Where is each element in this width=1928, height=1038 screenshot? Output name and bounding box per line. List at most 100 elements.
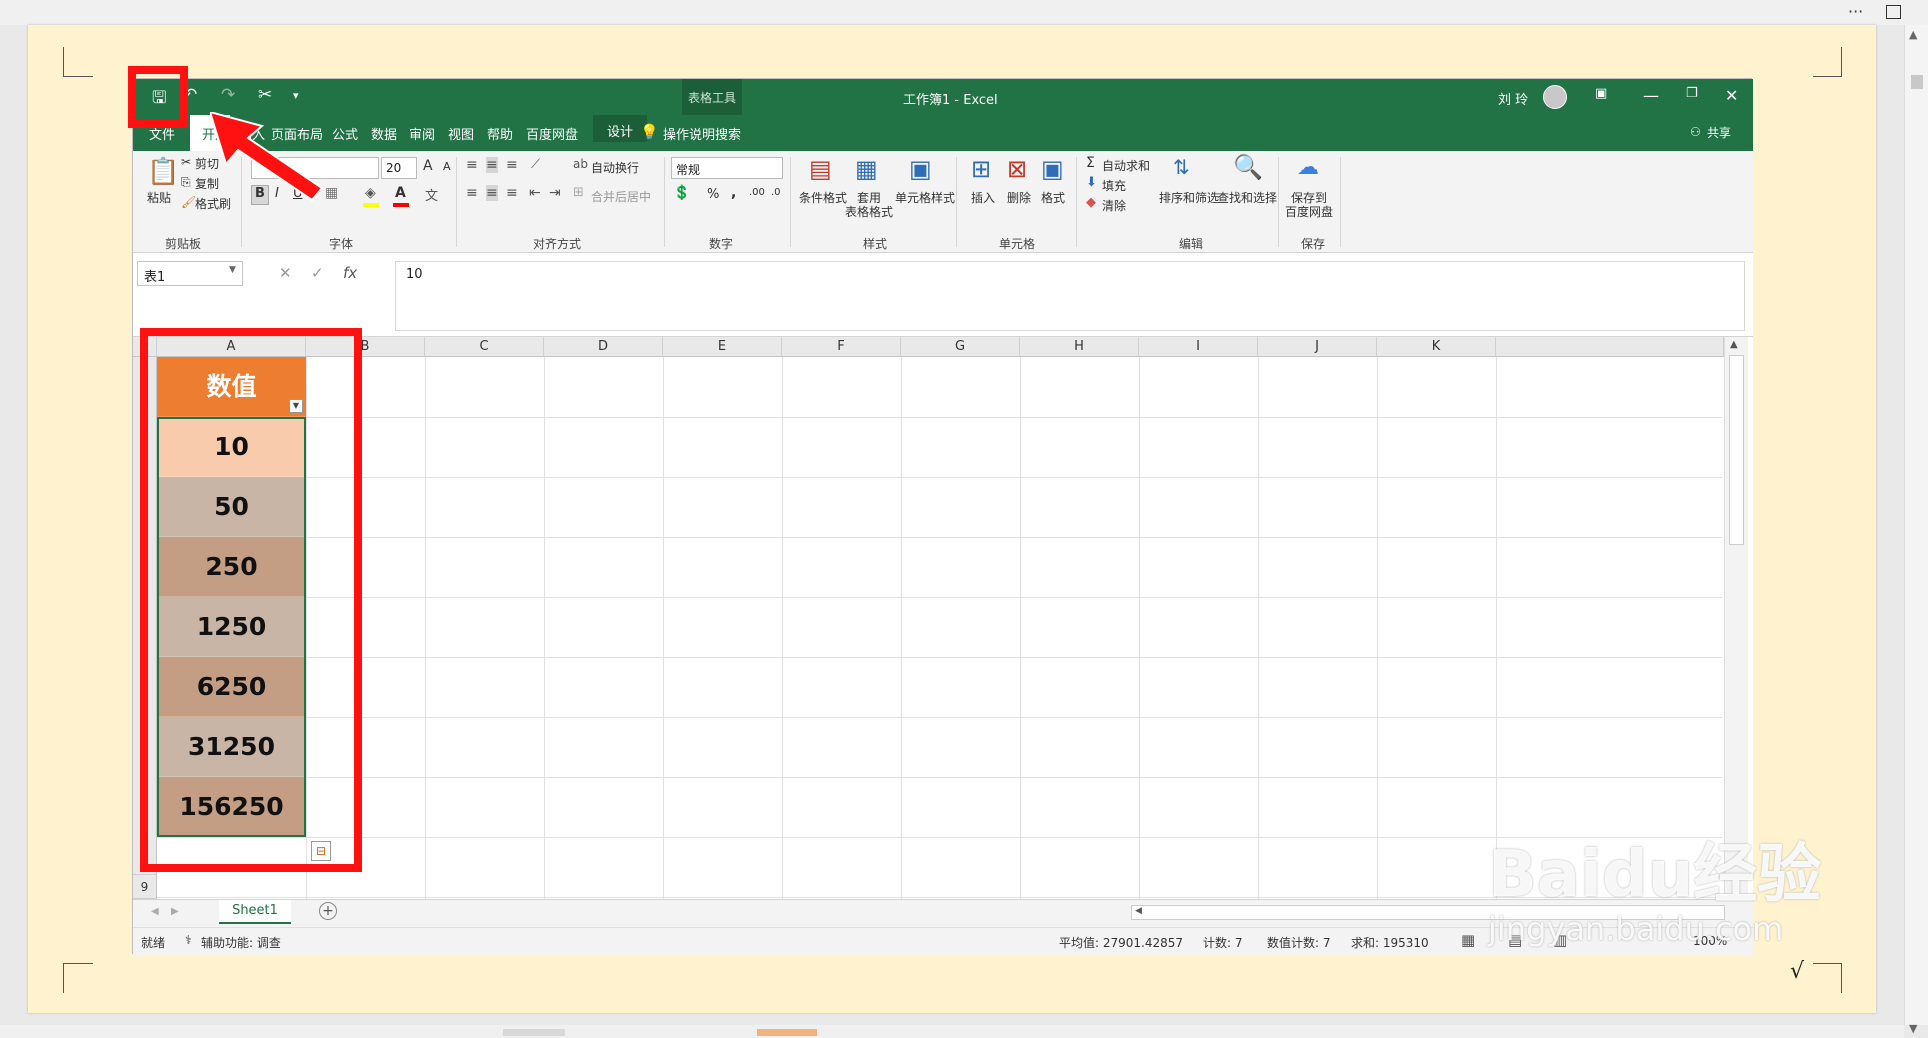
scroll-thumb[interactable] — [1911, 75, 1923, 89]
paste-icon[interactable]: 📋 — [147, 157, 179, 187]
align-top-icon[interactable]: ≡ — [466, 157, 478, 173]
grid-vertical-scrollbar[interactable]: ▲ — [1724, 337, 1748, 899]
sheet-tab-sheet1[interactable]: Sheet1 — [219, 900, 291, 924]
scroll-down-icon[interactable]: ▼ — [1909, 1022, 1917, 1035]
column-header-i[interactable]: I — [1139, 337, 1258, 357]
column-header-j[interactable]: J — [1258, 337, 1377, 357]
sort-filter-button[interactable]: 排序和筛选 — [1159, 189, 1219, 206]
tab-data[interactable]: 数据 — [371, 124, 397, 143]
sheet-scroll-left-icon[interactable]: ◀ — [151, 906, 159, 917]
more-icon[interactable]: ··· — [1848, 2, 1863, 21]
scroll-up-icon[interactable]: ▲ — [1730, 339, 1738, 350]
viewer-toolbar: ··· — [0, 0, 1928, 25]
column-header-f[interactable]: F — [782, 337, 901, 357]
cut-icon[interactable]: ✂ — [258, 85, 272, 105]
scroll-left-icon[interactable]: ◀ — [1135, 906, 1142, 916]
grid-line — [901, 357, 902, 899]
column-header-c[interactable]: C — [425, 337, 544, 357]
format-cells-button[interactable]: 格式 — [1041, 189, 1065, 206]
crop-mark — [63, 963, 93, 964]
increase-decimal-button[interactable]: .00 — [749, 187, 765, 198]
comma-button[interactable]: , — [731, 185, 736, 201]
tab-help[interactable]: 帮助 — [487, 124, 513, 143]
ribbon-display-icon[interactable]: ▣ — [1595, 86, 1607, 101]
align-right-icon[interactable]: ≡ — [506, 185, 518, 201]
grow-font-button[interactable]: A — [423, 158, 433, 174]
redo-icon[interactable]: ↷ — [221, 85, 235, 105]
align-middle-icon[interactable]: ≡ — [486, 157, 498, 173]
add-sheet-icon[interactable]: + — [319, 902, 337, 920]
align-center-icon[interactable]: ≡ — [486, 185, 498, 201]
number-format-combo[interactable]: 常规 — [671, 157, 783, 179]
align-bottom-icon[interactable]: ≡ — [506, 157, 518, 173]
increase-indent-icon[interactable]: ⇥ — [549, 185, 561, 201]
watermark-brand: Baidu经验 — [1488, 838, 1822, 912]
row-header-9[interactable]: 9 — [133, 875, 157, 899]
column-header-h[interactable]: H — [1020, 337, 1139, 357]
column-header-g[interactable]: G — [901, 337, 1020, 357]
scroll-thumb[interactable] — [1729, 355, 1744, 545]
cell-styles-button[interactable]: 单元格样式 — [895, 189, 955, 206]
currency-icon[interactable]: 💲 — [673, 185, 690, 201]
tab-formulas[interactable]: 公式 — [332, 124, 358, 143]
formula-input[interactable]: 10 — [395, 261, 1745, 331]
phonetic-icon[interactable]: 文 — [425, 185, 438, 204]
insert-function-icon[interactable]: fx — [343, 264, 357, 282]
name-box-dropdown-icon[interactable]: ▼ — [229, 265, 236, 275]
align-left-icon[interactable]: ≡ — [466, 185, 478, 201]
enter-icon[interactable]: ✓ — [311, 264, 324, 282]
avatar[interactable] — [1543, 85, 1567, 109]
scroll-up-icon[interactable]: ▲ — [1909, 28, 1917, 41]
delete-cells-button[interactable]: 删除 — [1007, 189, 1031, 206]
cancel-icon[interactable]: ✕ — [279, 264, 292, 282]
user-name: 刘 玲 — [1498, 93, 1529, 108]
crop-mark — [63, 47, 64, 77]
sheet-scroll-right-icon[interactable]: ▶ — [171, 906, 179, 917]
separator — [1278, 157, 1279, 247]
find-select-button[interactable]: 查找和选择 — [1217, 189, 1277, 206]
tab-review[interactable]: 审阅 — [409, 124, 435, 143]
tell-me-search[interactable]: 操作说明搜索 — [663, 124, 741, 143]
viewer-horizontal-scrollbar[interactable] — [0, 1025, 1904, 1038]
tab-design[interactable]: 设计 — [593, 115, 648, 142]
column-header-d[interactable]: D — [544, 337, 663, 357]
merge-center-icon: ⊞ — [573, 185, 584, 200]
tab-view[interactable]: 视图 — [448, 124, 474, 143]
decrease-indent-icon[interactable]: ⇤ — [529, 185, 541, 201]
shrink-font-button[interactable]: A — [443, 160, 451, 173]
customize-qat-icon[interactable]: ▾ — [293, 89, 299, 102]
conditional-format-button[interactable]: 条件格式 — [799, 189, 847, 206]
separator — [456, 157, 457, 247]
insert-cells-button[interactable]: 插入 — [971, 189, 995, 206]
tab-baidu-netdisk[interactable]: 百度网盘 — [526, 124, 578, 143]
fill-button[interactable]: 填充 — [1102, 177, 1126, 194]
normal-view-icon[interactable]: ▦ — [1461, 931, 1475, 949]
window-mode-icon[interactable] — [1886, 5, 1901, 19]
orientation-icon[interactable]: ⟋ — [531, 157, 540, 172]
minimize-icon[interactable]: — — [1643, 86, 1659, 105]
name-box[interactable]: 表1 — [137, 261, 243, 286]
merge-center-button[interactable]: 合并后居中 — [591, 188, 651, 205]
share-icon[interactable]: ⚇ — [1690, 125, 1701, 139]
font-size-combo[interactable]: 20 — [381, 157, 417, 179]
autosum-button[interactable]: 自动求和 — [1102, 157, 1150, 174]
find-select-icon: 🔍 — [1233, 153, 1263, 181]
format-as-table-icon: ▦ — [855, 155, 878, 183]
close-icon[interactable]: ✕ — [1725, 86, 1738, 105]
percent-button[interactable]: % — [707, 187, 719, 202]
paste-button[interactable]: 粘贴 — [147, 189, 171, 206]
share-button[interactable]: 共享 — [1707, 124, 1731, 141]
clear-button[interactable]: 清除 — [1102, 197, 1126, 214]
column-header-e[interactable]: E — [663, 337, 782, 357]
decrease-decimal-button[interactable]: .0 — [771, 187, 781, 198]
viewer-vertical-scrollbar[interactable]: ▲ ▼ — [1904, 25, 1928, 1035]
column-header-k[interactable]: K — [1377, 337, 1496, 357]
restore-icon[interactable]: ❐ — [1686, 86, 1698, 101]
wrap-text-button[interactable]: 自动换行 — [591, 159, 639, 176]
accessibility-status[interactable]: 辅助功能: 调查 — [201, 934, 281, 951]
font-color-button[interactable]: A — [395, 185, 406, 201]
worksheet-grid[interactable]: A B C D E F G H I J K 9 数值 ▼ 10 50 250 1… — [133, 337, 1753, 899]
separator — [1076, 157, 1077, 247]
fill-color-icon[interactable]: ◈ — [365, 185, 376, 201]
group-cells: 单元格 — [999, 237, 1036, 251]
